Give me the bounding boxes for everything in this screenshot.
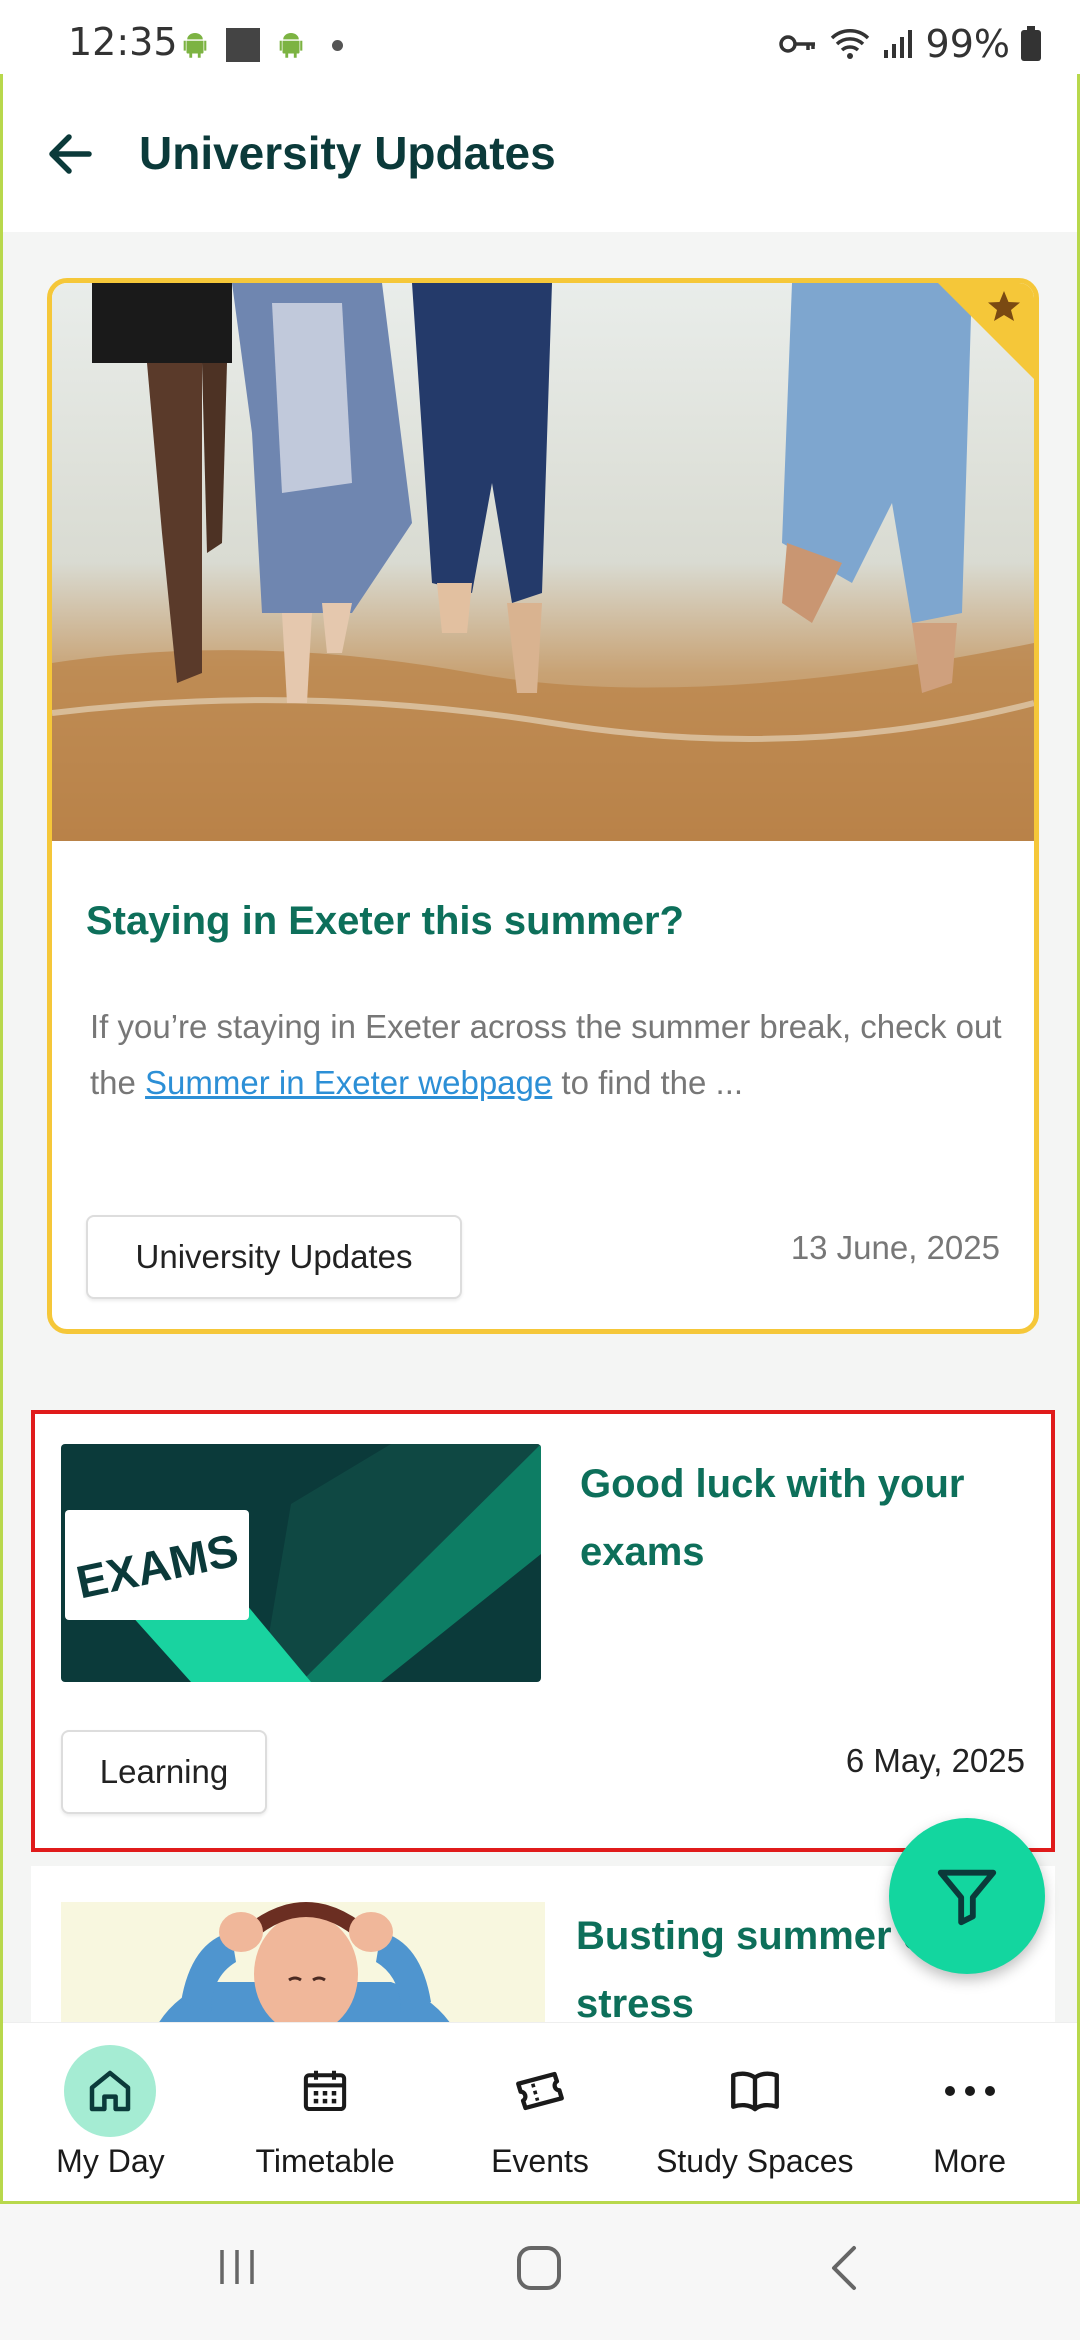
system-status: 99%: [778, 22, 1042, 66]
category-tag[interactable]: University Updates: [86, 1215, 462, 1299]
featured-card-excerpt: If you’re staying in Exeter across the s…: [90, 999, 1010, 1111]
more-icon: [944, 2086, 995, 2096]
ticket-icon: [516, 2071, 564, 2111]
nav-item-events[interactable]: Events: [433, 2023, 648, 2201]
nav-label: More: [933, 2143, 1007, 2179]
star-icon: [938, 283, 1034, 379]
book-icon: [730, 2071, 779, 2112]
wifi-icon: [830, 29, 869, 59]
back-icon[interactable]: [822, 2242, 866, 2294]
nav-label: Timetable: [255, 2143, 395, 2179]
key-icon: [778, 35, 815, 53]
battery-icon: [1021, 26, 1041, 61]
category-tag[interactable]: Learning: [61, 1730, 267, 1814]
nav-label: My Day: [56, 2143, 165, 2179]
calendar-icon: [304, 2070, 347, 2112]
signal-icon: [883, 30, 912, 58]
filter-icon: [937, 1869, 997, 1926]
summer-in-exeter-link[interactable]: Summer in Exeter webpage: [145, 1064, 552, 1101]
nav-item-my-day[interactable]: My Day: [3, 2023, 218, 2201]
nav-item-timetable[interactable]: Timetable: [218, 2023, 433, 2201]
bottom-navigation: My Day Timetable Events Study Spaces Mor…: [3, 2022, 1077, 2201]
nav-item-study-spaces[interactable]: Study Spaces: [647, 2023, 862, 2201]
nav-label: Events: [491, 2143, 589, 2179]
back-arrow-icon[interactable]: [41, 124, 101, 184]
battery-percent: 99%: [925, 22, 1010, 66]
square-icon: [226, 28, 260, 62]
android-icon: [183, 32, 207, 58]
android-icon: [279, 32, 303, 58]
nav-label: Study Spaces: [656, 2143, 854, 2179]
stressed-person-thumbnail: [61, 1902, 545, 2022]
recent-apps-icon[interactable]: [212, 2242, 262, 2292]
active-indicator: [64, 2045, 157, 2137]
news-card-title[interactable]: Good luck with your exams: [580, 1450, 1020, 1586]
home-icon: [90, 2070, 131, 2112]
page-title: University Updates: [139, 127, 556, 179]
system-navigation-bar: [0, 2204, 1080, 2340]
filter-button[interactable]: [889, 1818, 1045, 1974]
news-feed[interactable]: Staying in Exeter this summer? If you’re…: [3, 232, 1077, 2022]
dot-icon: [332, 39, 343, 51]
status-time: 12:35: [68, 20, 178, 64]
notification-icons: [178, 28, 343, 62]
home-button-icon[interactable]: [514, 2242, 566, 2294]
featured-card-title[interactable]: Staying in Exeter this summer?: [86, 899, 684, 944]
post-date: 6 May, 2025: [845, 1742, 1025, 1779]
post-date: 13 June, 2025: [790, 1229, 1000, 1266]
nav-item-more[interactable]: More: [862, 2023, 1077, 2201]
status-bar: 12:35 99%: [0, 0, 1080, 78]
exams-thumbnail: EXAMS: [61, 1444, 541, 1682]
app-header: University Updates: [3, 74, 1077, 232]
news-card[interactable]: EXAMS Good luck with your exams Learning…: [31, 1410, 1055, 1852]
featured-news-card[interactable]: Staying in Exeter this summer? If you’re…: [47, 278, 1039, 1334]
beach-walk-photo: [52, 283, 1034, 841]
excerpt-text-end: to find the ...: [552, 1064, 744, 1101]
